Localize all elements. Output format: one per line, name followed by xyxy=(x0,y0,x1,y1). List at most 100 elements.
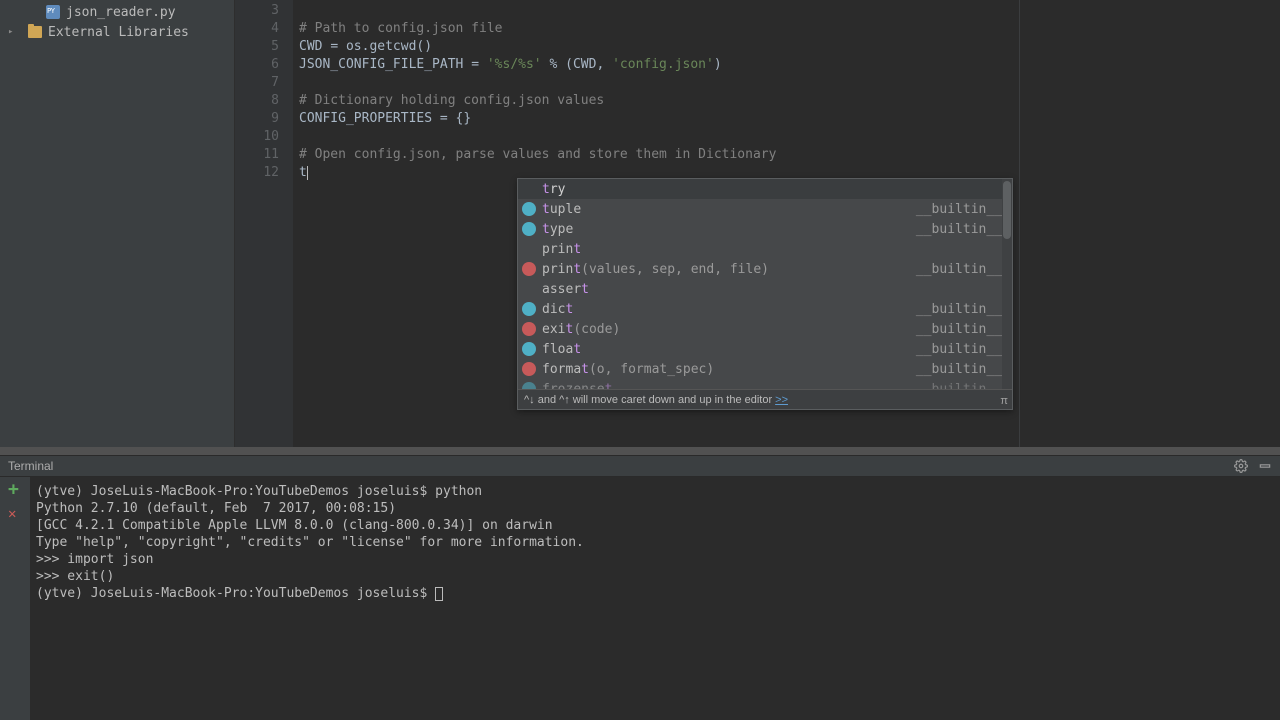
line-number: 12 xyxy=(235,164,279,182)
completion-origin: __builtin__ xyxy=(916,342,1002,357)
chevron-right-icon: ▸ xyxy=(8,27,13,37)
autocomplete-item[interactable]: print(values, sep, end, file) __builtin__ xyxy=(518,259,1012,279)
completion-name: type xyxy=(542,222,573,237)
tree-file-label: json_reader.py xyxy=(66,5,176,20)
code-line[interactable] xyxy=(293,2,1280,20)
close-session-icon[interactable]: ✕ xyxy=(8,507,22,521)
gear-icon[interactable] xyxy=(1234,459,1248,473)
autocomplete-item[interactable]: type __builtin__ xyxy=(518,219,1012,239)
completion-params: (values, sep, end, file) xyxy=(581,262,769,277)
terminal-line: Type "help", "copyright", "credits" or "… xyxy=(36,534,1274,551)
line-number-gutter: 3456789101112 xyxy=(235,0,293,455)
scrollbar-thumb[interactable] xyxy=(1003,181,1011,239)
completion-kind-icon xyxy=(522,362,536,376)
terminal-panel: + ✕ (ytve) JoseLuis-MacBook-Pro:YouTubeD… xyxy=(0,477,1280,720)
completion-name: frozenset xyxy=(542,382,612,390)
completion-kind-icon xyxy=(522,302,536,316)
python-file-icon xyxy=(46,5,60,19)
line-number: 6 xyxy=(235,56,279,74)
pi-icon: π xyxy=(1000,395,1008,407)
code-line[interactable]: CWD = os.getcwd() xyxy=(293,38,1280,56)
hide-icon[interactable] xyxy=(1258,459,1272,473)
footer-shortcut-hint: ^↓ and ^↑ xyxy=(524,394,570,406)
terminal-output[interactable]: (ytve) JoseLuis-MacBook-Pro:YouTubeDemos… xyxy=(30,477,1280,720)
autocomplete-item[interactable]: float __builtin__ xyxy=(518,339,1012,359)
code-line[interactable]: # Open config.json, parse values and sto… xyxy=(293,146,1280,164)
completion-params: (o, format_spec) xyxy=(589,362,714,377)
terminal-tool-header[interactable]: Terminal xyxy=(0,455,1280,477)
completion-kind-icon xyxy=(522,342,536,356)
line-number: 10 xyxy=(235,128,279,146)
tree-file-json-reader[interactable]: json_reader.py xyxy=(0,2,234,22)
code-line[interactable]: # Dictionary holding config.json values xyxy=(293,92,1280,110)
code-line[interactable]: CONFIG_PROPERTIES = {} xyxy=(293,110,1280,128)
footer-more-link[interactable]: >> xyxy=(775,394,788,406)
completion-name: float xyxy=(542,342,581,357)
line-number: 4 xyxy=(235,20,279,38)
terminal-line: (ytve) JoseLuis-MacBook-Pro:YouTubeDemos… xyxy=(36,585,1274,602)
completion-kind-icon xyxy=(522,382,536,389)
autocomplete-list[interactable]: trytuple__builtin__type__builtin__printp… xyxy=(518,179,1012,389)
code-line[interactable] xyxy=(293,74,1280,92)
line-number: 11 xyxy=(235,146,279,164)
line-number: 8 xyxy=(235,92,279,110)
completion-origin: __builtin__ xyxy=(916,222,1002,237)
autocomplete-item[interactable]: tuple__builtin__ xyxy=(518,199,1012,219)
completion-origin: __builtin__ xyxy=(916,382,1002,390)
new-session-icon[interactable]: + xyxy=(8,483,22,497)
completion-name: dict xyxy=(542,302,573,317)
completion-origin: __builtin__ xyxy=(916,302,1002,317)
tree-external-libraries[interactable]: ▸ External Libraries xyxy=(0,22,234,42)
autocomplete-item[interactable]: format(o, format_spec) __builtin__ xyxy=(518,359,1012,379)
completion-origin: __builtin__ xyxy=(916,202,1002,217)
line-number: 9 xyxy=(235,110,279,128)
completion-name: exit xyxy=(542,322,573,337)
code-line[interactable] xyxy=(293,128,1280,146)
project-tree: json_reader.py ▸ External Libraries xyxy=(0,0,235,455)
completion-name: format xyxy=(542,362,589,377)
terminal-line: >>> import json xyxy=(36,551,1274,568)
autocomplete-popup[interactable]: trytuple__builtin__type__builtin__printp… xyxy=(517,178,1013,410)
tree-lib-label: External Libraries xyxy=(48,25,189,40)
autocomplete-item[interactable]: try xyxy=(518,179,1012,199)
autocomplete-item[interactable]: exit(code) __builtin__ xyxy=(518,319,1012,339)
autocomplete-item[interactable]: frozenset __builtin__ xyxy=(518,379,1012,389)
line-number: 3 xyxy=(235,2,279,20)
text-caret xyxy=(307,166,308,180)
completion-origin: __builtin__ xyxy=(916,362,1002,377)
terminal-gutter: + ✕ xyxy=(0,477,30,720)
terminal-line: [GCC 4.2.1 Compatible Apple LLVM 8.0.0 (… xyxy=(36,517,1274,534)
right-margin-guide xyxy=(1019,0,1020,455)
completion-origin: __builtin__ xyxy=(916,322,1002,337)
completion-kind-icon xyxy=(522,222,536,236)
completion-params: (code) xyxy=(573,322,620,337)
terminal-line: Python 2.7.10 (default, Feb 7 2017, 00:0… xyxy=(36,500,1274,517)
completion-name: print xyxy=(542,242,581,257)
autocomplete-scrollbar[interactable] xyxy=(1002,179,1012,389)
autocomplete-item[interactable]: dict __builtin__ xyxy=(518,299,1012,319)
autocomplete-item[interactable]: assert xyxy=(518,279,1012,299)
terminal-line: >>> exit() xyxy=(36,568,1274,585)
completion-name: print xyxy=(542,262,581,277)
completion-kind-icon xyxy=(522,202,536,216)
code-line[interactable]: JSON_CONFIG_FILE_PATH = '%s/%s' % (CWD, … xyxy=(293,56,1280,74)
terminal-line: (ytve) JoseLuis-MacBook-Pro:YouTubeDemos… xyxy=(36,483,1274,500)
completion-kind-icon xyxy=(522,262,536,276)
line-number: 5 xyxy=(235,38,279,56)
completion-kind-icon xyxy=(522,182,536,196)
autocomplete-item[interactable]: print xyxy=(518,239,1012,259)
footer-text: will move caret down and up in the edito… xyxy=(573,394,772,406)
completion-name: try xyxy=(542,182,565,197)
completion-kind-icon xyxy=(522,242,536,256)
completion-name: assert xyxy=(542,282,589,297)
horizontal-splitter[interactable] xyxy=(0,447,1280,455)
line-number: 7 xyxy=(235,74,279,92)
editor[interactable]: 3456789101112 # Path to config.json file… xyxy=(235,0,1280,455)
completion-kind-icon xyxy=(522,282,536,296)
terminal-title: Terminal xyxy=(8,459,53,473)
autocomplete-footer: ^↓ and ^↑ will move caret down and up in… xyxy=(518,389,1012,409)
terminal-cursor xyxy=(435,587,443,601)
code-line[interactable]: # Path to config.json file xyxy=(293,20,1280,38)
completion-kind-icon xyxy=(522,322,536,336)
completion-origin: __builtin__ xyxy=(916,262,1002,277)
